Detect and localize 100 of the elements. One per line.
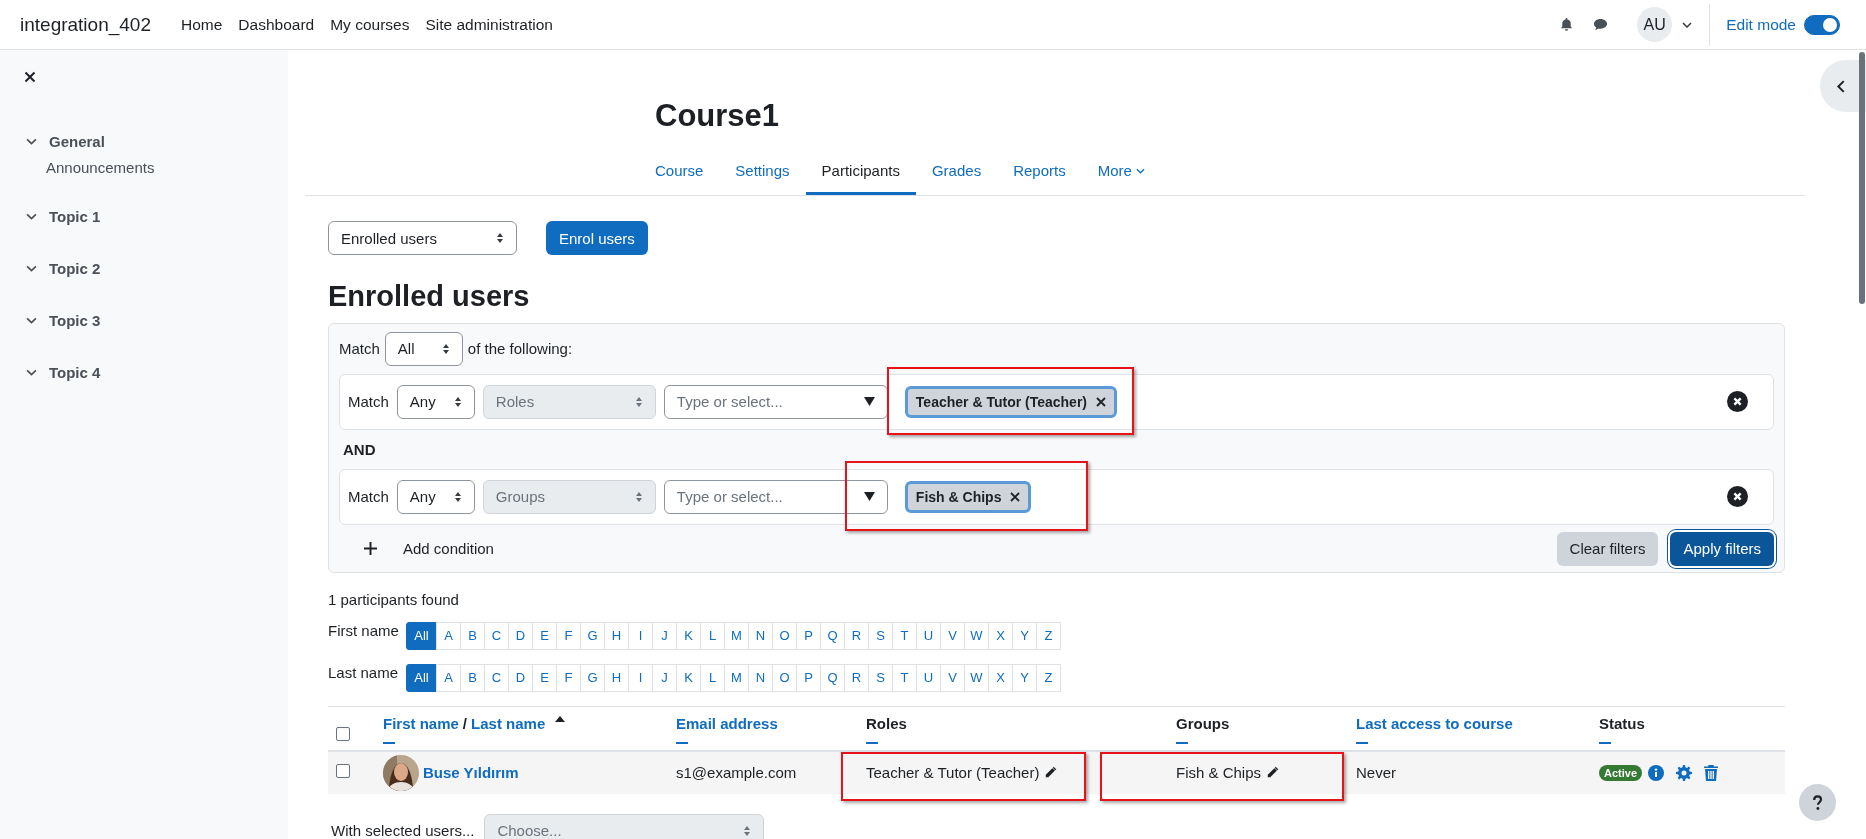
- close-icon[interactable]: [24, 71, 36, 83]
- initial-button[interactable]: K: [676, 622, 701, 650]
- initial-button[interactable]: H: [604, 622, 629, 650]
- initial-button[interactable]: J: [652, 622, 677, 650]
- initial-button[interactable]: N: [748, 622, 773, 650]
- nav-link[interactable]: Dashboard: [238, 15, 315, 34]
- initial-button[interactable]: C: [484, 664, 509, 692]
- initial-button[interactable]: X: [988, 622, 1013, 650]
- section-link[interactable]: General: [49, 132, 105, 150]
- section-link[interactable]: Topic 1: [49, 207, 101, 225]
- initial-button[interactable]: All: [406, 622, 437, 650]
- initial-button[interactable]: I: [628, 664, 653, 692]
- sort-link[interactable]: First name: [383, 715, 459, 732]
- sort-link[interactable]: Last access to course: [1356, 715, 1513, 732]
- chevron-icon[interactable]: [26, 264, 37, 272]
- chevron-down-icon[interactable]: [1682, 21, 1693, 28]
- initial-button[interactable]: U: [916, 664, 941, 692]
- initial-button[interactable]: V: [940, 622, 965, 650]
- selected-chip[interactable]: Teacher & Tutor (Teacher): [904, 386, 1117, 418]
- initial-button[interactable]: D: [508, 622, 533, 650]
- initial-button[interactable]: S: [868, 664, 893, 692]
- nav-tab[interactable]: Settings: [719, 154, 806, 196]
- initial-button[interactable]: All: [406, 664, 437, 692]
- initial-button[interactable]: F: [556, 622, 581, 650]
- scrollbar[interactable]: [1859, 52, 1865, 304]
- initial-button[interactable]: H: [604, 664, 629, 692]
- section-link[interactable]: Topic 2: [49, 259, 101, 277]
- add-icon[interactable]: [364, 542, 377, 556]
- initial-button[interactable]: P: [796, 664, 821, 692]
- initial-button[interactable]: I: [628, 622, 653, 650]
- initial-button[interactable]: B: [460, 664, 485, 692]
- user-name-link[interactable]: Buse Yıldırım: [423, 764, 519, 782]
- initial-button[interactable]: C: [484, 622, 509, 650]
- section-link[interactable]: Topic 4: [49, 363, 101, 381]
- enrol-users-button[interactable]: Enrol users: [546, 221, 648, 256]
- initial-button[interactable]: Y: [1012, 622, 1037, 650]
- match-select[interactable]: Any: [396, 385, 475, 419]
- initial-button[interactable]: M: [724, 622, 749, 650]
- initial-button[interactable]: O: [772, 664, 797, 692]
- initial-button[interactable]: Q: [820, 664, 845, 692]
- initial-button[interactable]: W: [964, 622, 989, 650]
- initial-button[interactable]: D: [508, 664, 533, 692]
- pencil-icon[interactable]: [1043, 765, 1059, 781]
- initial-button[interactable]: Q: [820, 622, 845, 650]
- help-button[interactable]: [1799, 784, 1836, 821]
- initial-button[interactable]: J: [652, 664, 677, 692]
- nav-link[interactable]: Home: [181, 15, 223, 34]
- pencil-icon[interactable]: [1265, 765, 1281, 781]
- remove-icon[interactable]: [1727, 486, 1748, 508]
- initial-button[interactable]: W: [964, 664, 989, 692]
- sort-link[interactable]: Last name: [471, 715, 546, 732]
- nav-tab[interactable]: Participants: [805, 154, 916, 196]
- match-select[interactable]: All: [384, 332, 463, 366]
- initial-button[interactable]: N: [748, 664, 773, 692]
- initial-button[interactable]: R: [844, 664, 869, 692]
- initial-button[interactable]: R: [844, 622, 869, 650]
- initial-button[interactable]: L: [700, 664, 725, 692]
- nav-tab[interactable]: Reports: [997, 154, 1082, 196]
- filter-value-field[interactable]: Type or select...: [663, 480, 888, 514]
- chevron-icon[interactable]: [26, 212, 37, 220]
- apply-filters-button[interactable]: Apply filters: [1670, 532, 1774, 566]
- initial-button[interactable]: Z: [1036, 664, 1061, 692]
- clear-filters-button[interactable]: Clear filters: [1556, 532, 1659, 566]
- initial-button[interactable]: E: [532, 664, 557, 692]
- activity-link[interactable]: Announcements: [0, 159, 155, 176]
- nav-tab[interactable]: Course: [655, 154, 720, 196]
- nav-tab[interactable]: More: [1081, 154, 1161, 196]
- initial-button[interactable]: B: [460, 622, 485, 650]
- add-condition-link[interactable]: Add condition: [403, 540, 494, 558]
- row-checkbox[interactable]: [336, 764, 350, 779]
- initial-button[interactable]: O: [772, 622, 797, 650]
- dropdown-caret-icon[interactable]: [863, 397, 875, 407]
- remove-icon[interactable]: [1010, 492, 1021, 502]
- initial-button[interactable]: A: [436, 622, 461, 650]
- settings-icon[interactable]: [1676, 765, 1693, 781]
- info-icon[interactable]: [1648, 765, 1665, 781]
- initial-button[interactable]: V: [940, 664, 965, 692]
- participants-select[interactable]: Enrolled users: [328, 221, 517, 256]
- bell-icon[interactable]: [1559, 17, 1575, 32]
- initial-button[interactable]: L: [700, 622, 725, 650]
- remove-icon[interactable]: [1096, 397, 1106, 407]
- initial-button[interactable]: Z: [1036, 622, 1061, 650]
- filter-value-field[interactable]: Type or select...: [663, 385, 888, 419]
- selected-chip[interactable]: Fish & Chips: [904, 481, 1032, 513]
- initial-button[interactable]: P: [796, 622, 821, 650]
- nav-tab[interactable]: Grades: [915, 154, 998, 196]
- select-all-checkbox[interactable]: [336, 727, 350, 741]
- remove-icon[interactable]: [1727, 391, 1748, 413]
- nav-link[interactable]: My courses: [330, 15, 410, 34]
- initial-button[interactable]: M: [724, 664, 749, 692]
- initial-button[interactable]: K: [676, 664, 701, 692]
- trash-icon[interactable]: [1704, 765, 1719, 781]
- initial-button[interactable]: F: [556, 664, 581, 692]
- sort-link[interactable]: Email address: [676, 715, 778, 732]
- chevron-icon[interactable]: [26, 368, 37, 376]
- section-link[interactable]: Topic 3: [49, 311, 101, 329]
- initial-button[interactable]: G: [580, 622, 605, 650]
- chat-icon[interactable]: [1592, 17, 1610, 32]
- initial-button[interactable]: G: [580, 664, 605, 692]
- nav-link[interactable]: Site administration: [425, 15, 553, 34]
